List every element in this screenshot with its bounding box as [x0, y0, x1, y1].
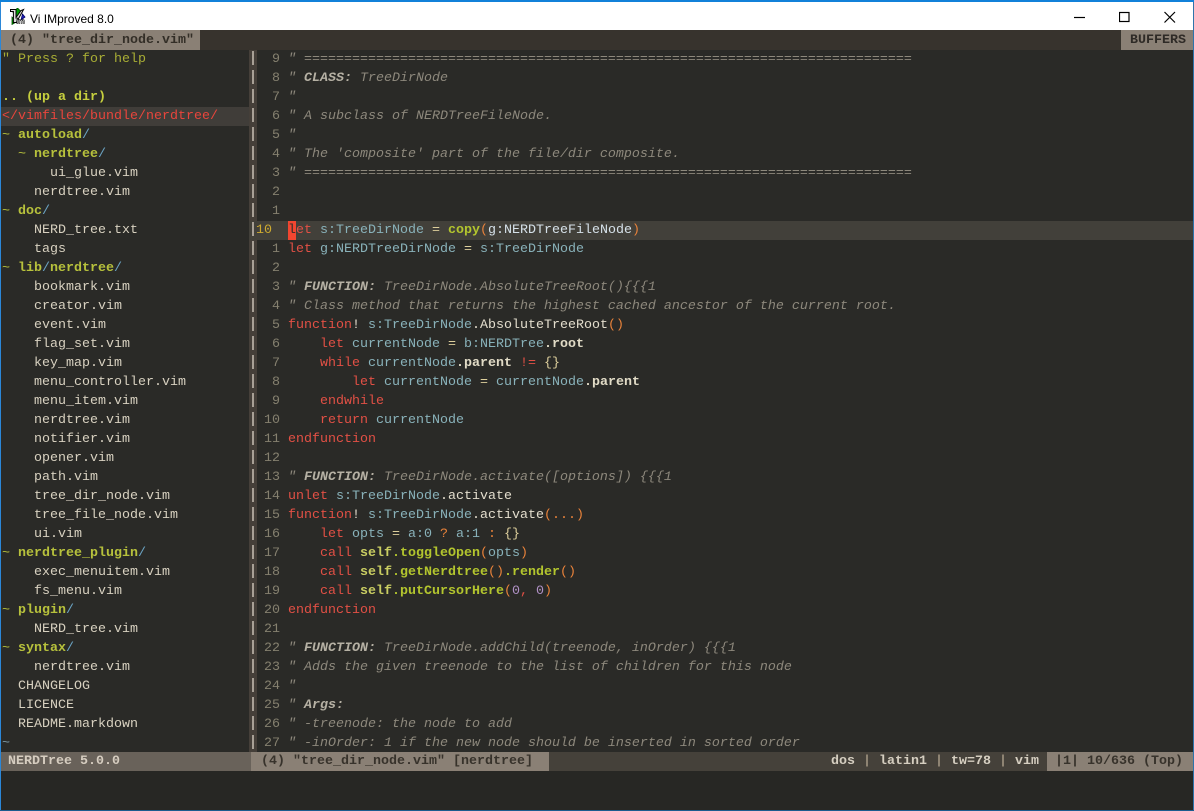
svg-text:im: im [16, 17, 25, 25]
